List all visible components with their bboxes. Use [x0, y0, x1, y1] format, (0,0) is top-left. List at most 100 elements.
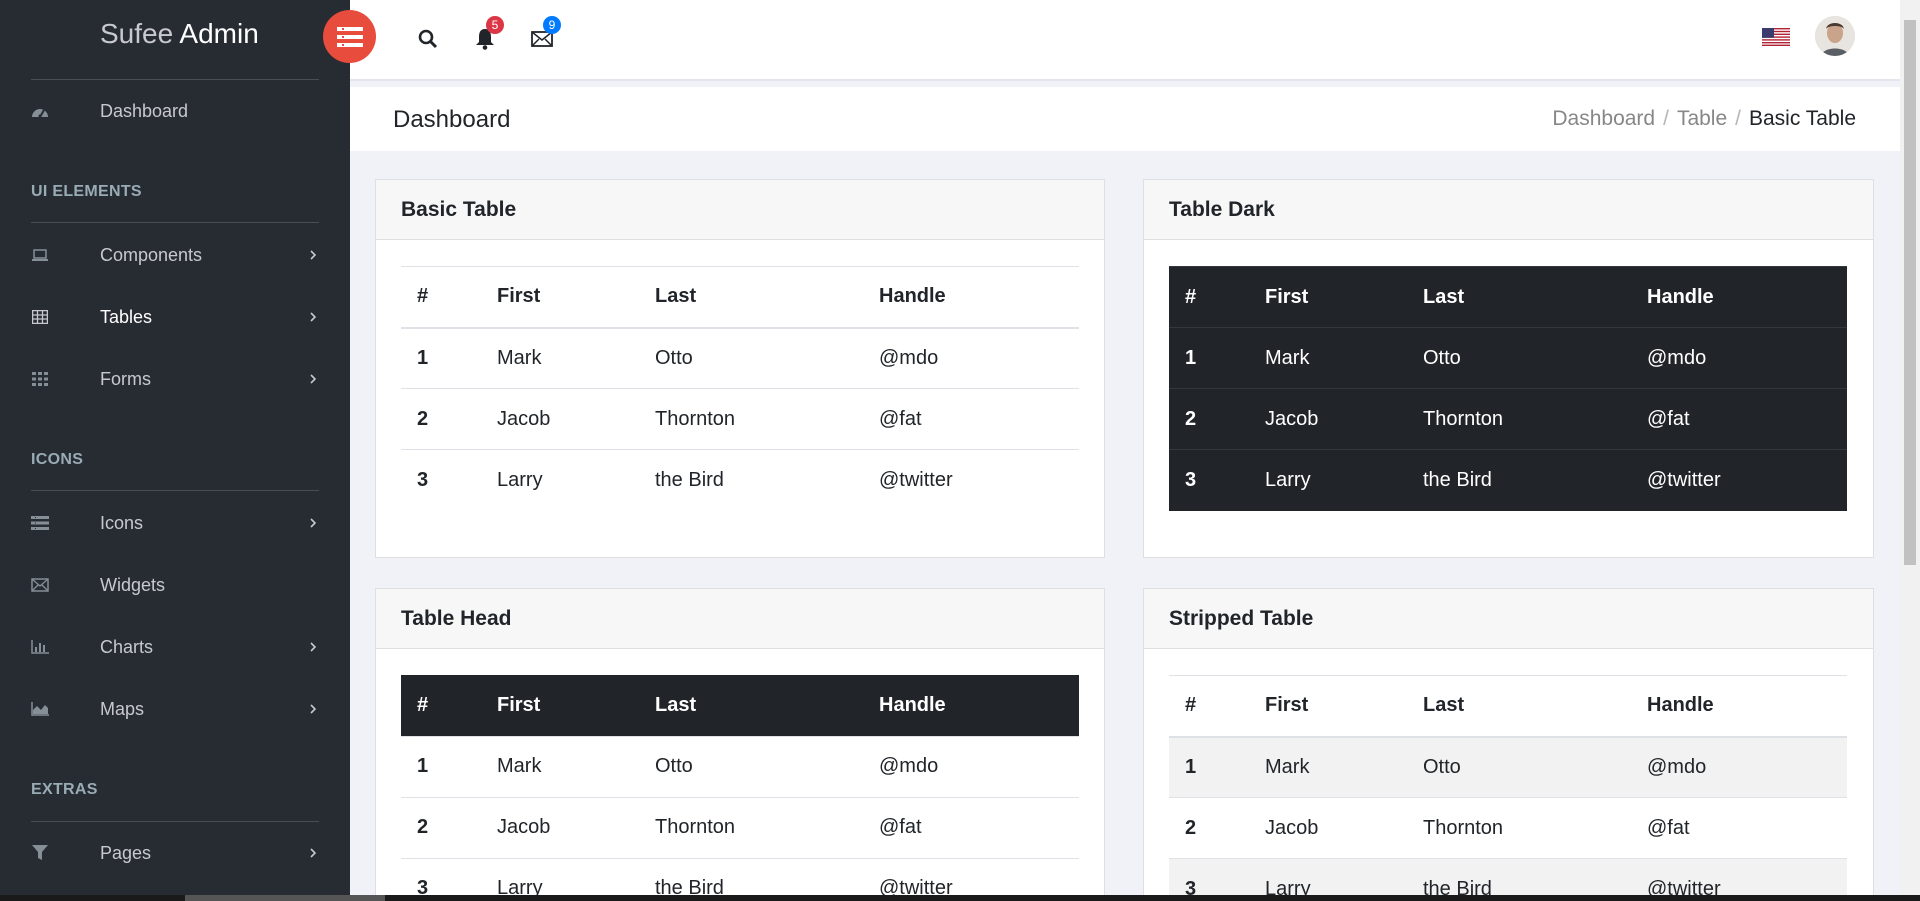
sidebar-item-components[interactable]: Components [0, 235, 350, 275]
table-icon [31, 308, 49, 326]
sidebar-item-label: Widgets [100, 574, 166, 595]
card-title: Table Head [376, 589, 1104, 649]
sidebar-divider [31, 79, 319, 80]
cell: Otto [1423, 755, 1461, 778]
table-header-row: # First Last Handle [1169, 266, 1847, 328]
chevron-right-icon [310, 374, 317, 384]
sidebar-item-maps[interactable]: Maps [0, 689, 350, 729]
cell: the Bird [655, 468, 724, 491]
sidebar-item-tables[interactable]: Tables [0, 297, 350, 337]
cell: Jacob [497, 816, 551, 838]
cell: 2 [1185, 407, 1197, 430]
sidebar-item-label: Icons [100, 512, 144, 533]
chevron-right-icon [310, 704, 317, 714]
cell: Jacob [1265, 816, 1319, 839]
column-header: Last [655, 693, 697, 716]
cell: Mark [497, 346, 542, 369]
cell: @fat [879, 407, 922, 430]
vertical-scrollbar-thumb[interactable] [1904, 20, 1916, 565]
messages-envelope-icon[interactable]: 9 [531, 16, 561, 50]
area-chart-icon [31, 700, 49, 718]
table-row: 2 Jacob Thornton @fat [1169, 797, 1847, 859]
column-header: Handle [879, 285, 946, 308]
notifications-bell-icon[interactable]: 5 [474, 16, 504, 50]
dark-table: # First Last Handle 1 Mark Otto @mdo 2 Jacob… [1169, 266, 1847, 511]
cell: 1 [1185, 755, 1197, 778]
cell: 3 [417, 468, 429, 491]
section-title-ui-elements: UI ELEMENTS [31, 183, 142, 200]
horizontal-scrollbar-thumb[interactable] [185, 895, 385, 901]
cell: 2 [417, 816, 429, 838]
sidebar-divider [31, 821, 319, 822]
cell: 1 [417, 346, 429, 369]
column-header: First [1249, 266, 1407, 328]
messages-count-badge: 9 [543, 16, 561, 34]
filter-icon [31, 844, 49, 862]
sidebar-item-dashboard[interactable]: Dashboard [0, 91, 350, 131]
sidebar-item-icons[interactable]: Icons [0, 503, 350, 543]
basic-table-card: Basic Table # First Last Handle 1 Mark Ott… [375, 179, 1105, 558]
us-flag-language-icon[interactable] [1762, 28, 1790, 46]
cell: @mdo [1647, 346, 1707, 369]
stripped-table-card: Stripped Table # First Last Handle 1 Mark… [1143, 588, 1874, 901]
cell: @fat [1647, 816, 1690, 839]
cell: 2 [417, 407, 429, 430]
breadcrumb-dashboard-link[interactable]: Dashboard [1552, 107, 1655, 131]
bar-chart-icon [31, 638, 49, 656]
cell: Jacob [1265, 407, 1319, 430]
sidebar-item-label: Components [100, 244, 203, 265]
sidebar-divider [31, 490, 319, 491]
sidebar-item-label: Dashboard [100, 100, 189, 121]
table-header-row: # First Last Handle [401, 266, 1079, 328]
menu-toggle-button[interactable] [323, 10, 376, 63]
notification-count-badge: 5 [486, 16, 504, 34]
column-header: First [497, 693, 541, 716]
column-header: Last [1423, 694, 1465, 717]
cell: Larry [497, 468, 543, 491]
cell: @mdo [1647, 755, 1707, 778]
brand-logo[interactable]: Sufee Admin [100, 18, 259, 50]
search-icon[interactable] [417, 28, 439, 50]
cell: Mark [497, 755, 542, 777]
cell: Mark [1265, 755, 1310, 778]
column-header: # [1169, 266, 1249, 328]
list-icon [31, 514, 49, 532]
cell: @fat [879, 816, 922, 838]
sidebar-item-charts[interactable]: Charts [0, 627, 350, 667]
cell: Mark [1265, 346, 1310, 369]
table-row: 1 Mark Otto @mdo [401, 327, 1079, 389]
cell: Thornton [1423, 407, 1504, 430]
head-dark-table: # First Last Handle 1 Mark Otto @mdo 2 Jacob… [401, 675, 1079, 901]
hamburger-icon [336, 26, 363, 47]
horizontal-scrollbar[interactable] [0, 895, 1920, 901]
breadcrumb-separator: / [1735, 107, 1741, 130]
column-header: First [1265, 694, 1309, 717]
cell: @twitter [1647, 468, 1721, 491]
column-header: Last [1407, 266, 1631, 328]
sidebar-item-label: Forms [100, 368, 151, 389]
vertical-scrollbar[interactable] [1900, 0, 1920, 895]
table-header-row: # First Last Handle [401, 675, 1079, 736]
page-title-bar: Dashboard Dashboard / Table / Basic Tabl… [350, 87, 1900, 151]
table-row: 1 Mark Otto @mdo [1169, 327, 1847, 389]
chevron-right-icon [310, 848, 317, 858]
user-avatar[interactable] [1815, 16, 1855, 56]
sidebar: Sufee Admin Dashboard UI ELEMENTS Compon… [0, 0, 350, 895]
sidebar-item-forms[interactable]: Forms [0, 359, 350, 399]
breadcrumb-table-link[interactable]: Table [1677, 107, 1727, 131]
column-header: Last [655, 285, 697, 308]
column-header: Handle [879, 693, 946, 716]
chevron-right-icon [310, 312, 317, 322]
table-row: 2 Jacob Thornton @fat [401, 388, 1079, 450]
cell: Otto [655, 346, 693, 369]
table-row: 3 Larry the Bird @twitter [1169, 449, 1847, 511]
cell: Thornton [655, 407, 736, 430]
sidebar-item-label: Maps [100, 698, 145, 719]
sidebar-item-widgets[interactable]: Widgets [0, 565, 350, 605]
chevron-right-icon [310, 518, 317, 528]
breadcrumb-separator: / [1663, 107, 1669, 130]
table-row: 1 Mark Otto @mdo [1169, 736, 1847, 798]
sidebar-item-pages[interactable]: Pages [0, 833, 350, 873]
table-row: 3 Larry the Bird @twitter [401, 449, 1079, 511]
cell: 2 [1185, 816, 1197, 839]
